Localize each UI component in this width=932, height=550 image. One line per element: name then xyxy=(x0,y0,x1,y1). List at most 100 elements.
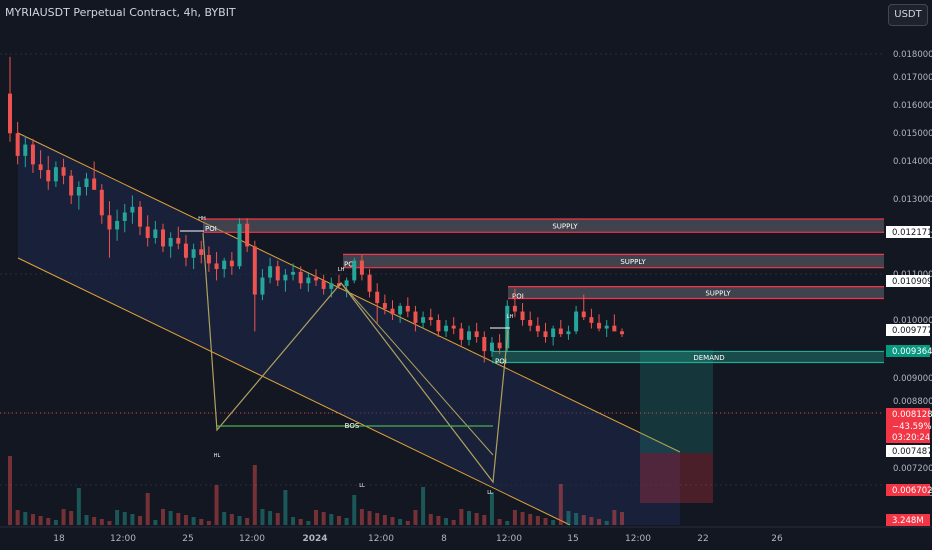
candle-body xyxy=(421,317,426,323)
price-label-text: 0.006702 xyxy=(892,486,932,496)
volume-bar xyxy=(620,512,624,525)
poi-label: POI xyxy=(205,225,217,233)
volume-bar xyxy=(38,516,43,525)
candle-body xyxy=(115,220,120,230)
candle-body xyxy=(84,178,89,188)
volume-bar xyxy=(467,511,471,525)
volume-bar xyxy=(344,518,349,525)
candle-body xyxy=(252,246,257,295)
price-chart[interactable]: POI SUPPLYPOI SUPPLYPOI SUPPLYPOI DEMANDHHHL… xyxy=(0,0,932,550)
volume-bar xyxy=(69,511,74,525)
volume-bar xyxy=(581,515,586,525)
structure-label-hh: HH xyxy=(198,216,206,222)
candle-body xyxy=(329,283,334,289)
volume-bar xyxy=(222,512,227,525)
currency-unit-button[interactable]: USDT xyxy=(888,4,928,26)
volume-bar xyxy=(543,518,548,525)
volume-bar xyxy=(268,511,273,525)
structure-label-ll: LL xyxy=(487,490,493,496)
volume-bar xyxy=(46,518,51,525)
structure-label-lh: LH xyxy=(338,267,345,273)
volume-bar xyxy=(421,487,426,525)
candle-body xyxy=(581,311,586,318)
volume-bar xyxy=(8,456,12,525)
candle-body xyxy=(23,144,28,156)
volume-bar xyxy=(306,521,311,525)
candle-body xyxy=(46,170,51,182)
candle-body xyxy=(107,215,112,230)
candle-body xyxy=(222,260,227,270)
time-tick: 26 xyxy=(771,534,783,544)
candle-body xyxy=(413,311,418,323)
time-tick: 25 xyxy=(182,534,193,544)
candle-body xyxy=(260,277,265,295)
volume-bar xyxy=(53,520,58,525)
candle-body xyxy=(512,305,517,312)
volume-bar xyxy=(474,513,479,525)
volume-bar xyxy=(558,484,563,525)
volume-bar xyxy=(436,516,441,525)
candle-body xyxy=(482,337,487,352)
time-tick: 22 xyxy=(697,534,708,544)
time-tick: 8 xyxy=(441,534,447,544)
volume-bar xyxy=(138,516,143,525)
price-label-text: 0.009364 xyxy=(892,347,932,357)
volume-bar xyxy=(252,465,257,525)
volume-bar xyxy=(352,495,357,525)
candle-body xyxy=(268,266,273,278)
candle-body xyxy=(176,237,181,244)
volume-bar xyxy=(237,516,242,525)
long-position-stop xyxy=(640,453,713,503)
price-label-text: −43.59% xyxy=(892,422,932,432)
time-tick: 12:00 xyxy=(368,534,394,544)
volume-bar xyxy=(214,485,219,525)
volume-bar xyxy=(107,521,112,525)
zone-label: SUPPLY xyxy=(552,223,578,231)
demand-zone xyxy=(492,351,884,363)
candle-body xyxy=(199,249,204,255)
volume-bar xyxy=(183,515,188,525)
price-tick: 0.008800 xyxy=(893,397,932,407)
price-label-text: 0.009777 xyxy=(892,326,932,336)
price-tick: 0.016000 xyxy=(893,101,932,111)
price-label-text: 0.007487 xyxy=(892,447,932,457)
candle-body xyxy=(620,331,624,335)
volume-bar xyxy=(168,511,173,525)
volume-bar xyxy=(535,516,540,525)
volume-bar xyxy=(260,509,265,525)
volume-bar xyxy=(298,519,303,525)
volume-bar xyxy=(122,512,127,525)
volume-bar xyxy=(76,488,81,525)
chart-title: MYRIAUSDT Perpetual Contract, 4h, BYBIT xyxy=(5,6,236,19)
candle-body xyxy=(520,311,525,321)
structure-label-hl: HL xyxy=(214,453,221,459)
volume-bar xyxy=(336,516,341,525)
volume-bar xyxy=(15,510,20,525)
zone-label: SUPPLY xyxy=(620,258,646,266)
volume-bar xyxy=(199,519,204,525)
candle-body xyxy=(76,187,81,196)
volume-bar xyxy=(99,519,104,525)
candle-body xyxy=(69,175,74,196)
volume-bar xyxy=(367,511,372,525)
volume-bar xyxy=(528,514,533,525)
volume-bar xyxy=(229,514,234,525)
candle-body xyxy=(428,317,433,321)
time-tick: 12:00 xyxy=(496,534,522,544)
price-label-text: 0.008128 xyxy=(892,410,932,420)
time-tick: 12:00 xyxy=(625,534,651,544)
candle-body xyxy=(489,342,494,352)
time-tick: 12:00 xyxy=(239,534,265,544)
volume-bar xyxy=(497,519,502,525)
structure-label-ll: LL xyxy=(359,483,365,489)
volume-bar xyxy=(390,517,395,525)
volume-bar xyxy=(191,517,196,525)
candle-body xyxy=(589,317,594,323)
candle-body xyxy=(574,311,579,332)
candle-body xyxy=(122,212,127,221)
candle-body xyxy=(229,260,234,267)
candle-body xyxy=(145,226,150,238)
volume-bar xyxy=(30,514,35,525)
volume-bar xyxy=(145,493,150,525)
candle-body xyxy=(535,325,540,332)
